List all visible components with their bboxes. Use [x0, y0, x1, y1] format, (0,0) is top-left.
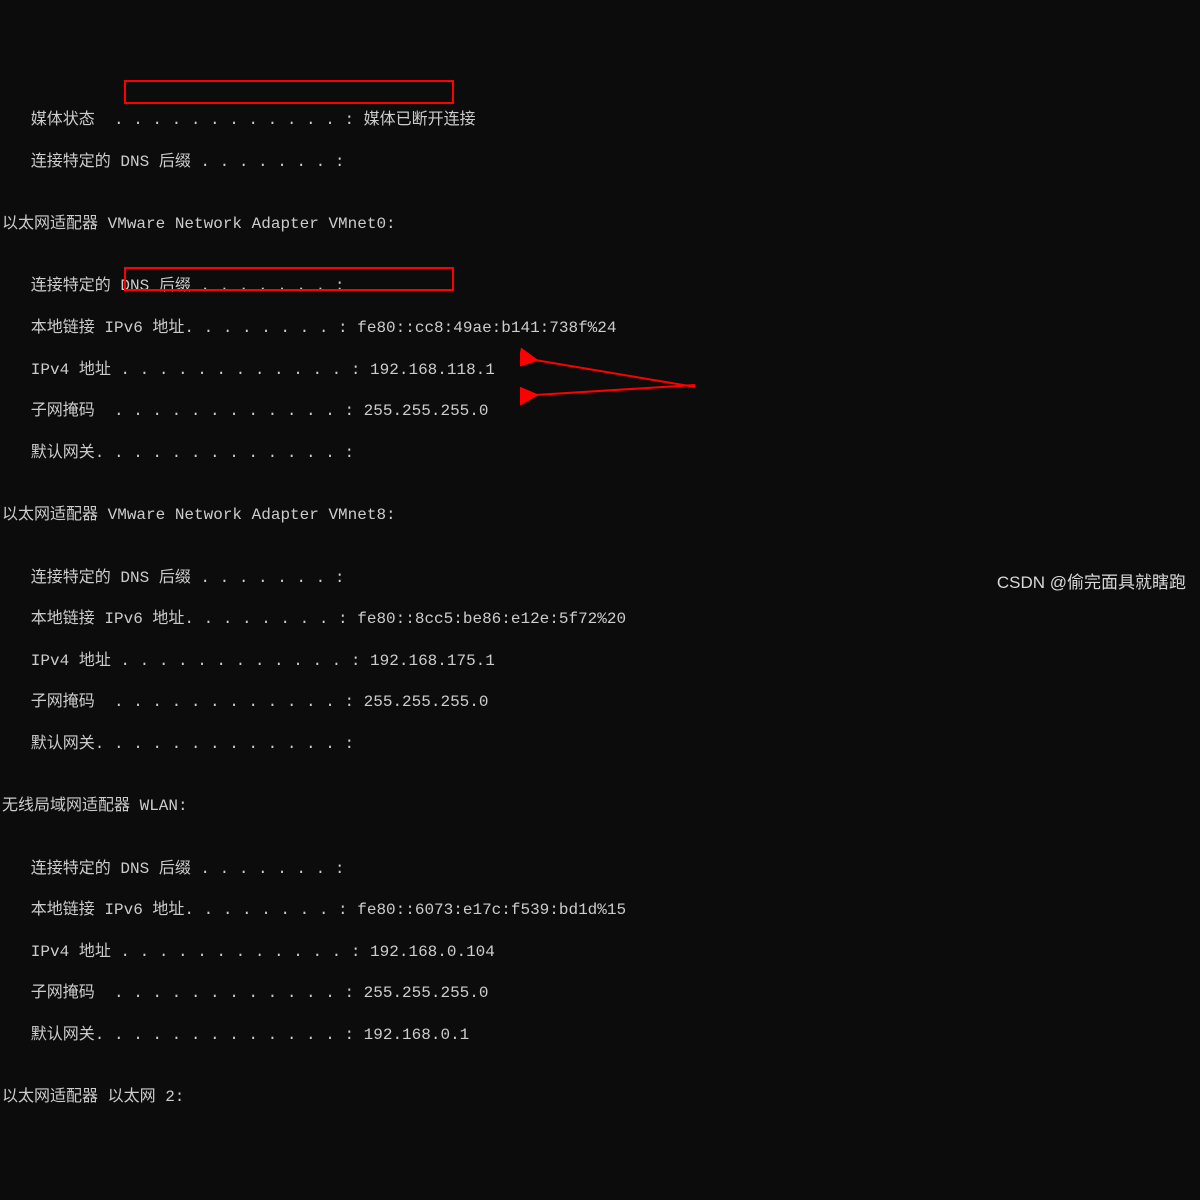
media-status-line: 媒体状态 . . . . . . . . . . . . : 媒体已断开连接 — [2, 110, 1198, 131]
adapter-prefix: 以太网适配器 — [2, 215, 108, 233]
dns-suffix-line: 连接特定的 DNS 后缀 . . . . . . . : — [2, 152, 1198, 173]
subnet-line: 子网掩码 . . . . . . . . . . . . : 255.255.2… — [2, 401, 1198, 422]
ipv6-line: 本地链接 IPv6 地址. . . . . . . . : fe80::cc8:… — [2, 318, 1198, 339]
ipv4-line: IPv4 地址 . . . . . . . . . . . . : 192.16… — [2, 360, 1198, 381]
ipv6-line: 本地链接 IPv6 地址. . . . . . . . : fe80::6073… — [2, 900, 1198, 921]
ipv4-line: IPv4 地址 . . . . . . . . . . . . : 192.16… — [2, 651, 1198, 672]
adapter-name-vmnet0: VMware Network Adapter VMnet0: — [108, 215, 396, 233]
ipv6-line: 本地链接 IPv6 地址. . . . . . . . : fe80::8cc5… — [2, 609, 1198, 630]
subnet-line: 子网掩码 . . . . . . . . . . . . : 255.255.2… — [2, 692, 1198, 713]
adapter-heading-eth2: 以太网适配器 以太网 2: — [2, 1087, 1198, 1108]
adapter-heading-wlan: 无线局域网适配器 WLAN: — [2, 796, 1198, 817]
adapter-prefix: 以太网适配器 — [2, 506, 108, 524]
watermark: CSDN @偷完面具就瞎跑 — [997, 572, 1186, 594]
dns-suffix-line: 连接特定的 DNS 后缀 . . . . . . . : — [2, 859, 1198, 880]
gateway-line: 默认网关. . . . . . . . . . . . . : — [2, 734, 1198, 755]
dns-suffix-line: 连接特定的 DNS 后缀 . . . . . . . : — [2, 276, 1198, 297]
adapter-heading-vmnet0: 以太网适配器 VMware Network Adapter VMnet0: — [2, 214, 1198, 235]
adapter-name-vmnet8: VMware Network Adapter VMnet8: — [108, 506, 396, 524]
terminal-output: 媒体状态 . . . . . . . . . . . . : 媒体已断开连接 连… — [2, 89, 1198, 1129]
gateway-line: 默认网关. . . . . . . . . . . . . : 192.168.… — [2, 1025, 1198, 1046]
ipv4-line: IPv4 地址 . . . . . . . . . . . . : 192.16… — [2, 942, 1198, 963]
subnet-line: 子网掩码 . . . . . . . . . . . . : 255.255.2… — [2, 983, 1198, 1004]
adapter-heading-vmnet8: 以太网适配器 VMware Network Adapter VMnet8: — [2, 505, 1198, 526]
gateway-line: 默认网关. . . . . . . . . . . . . : — [2, 443, 1198, 464]
